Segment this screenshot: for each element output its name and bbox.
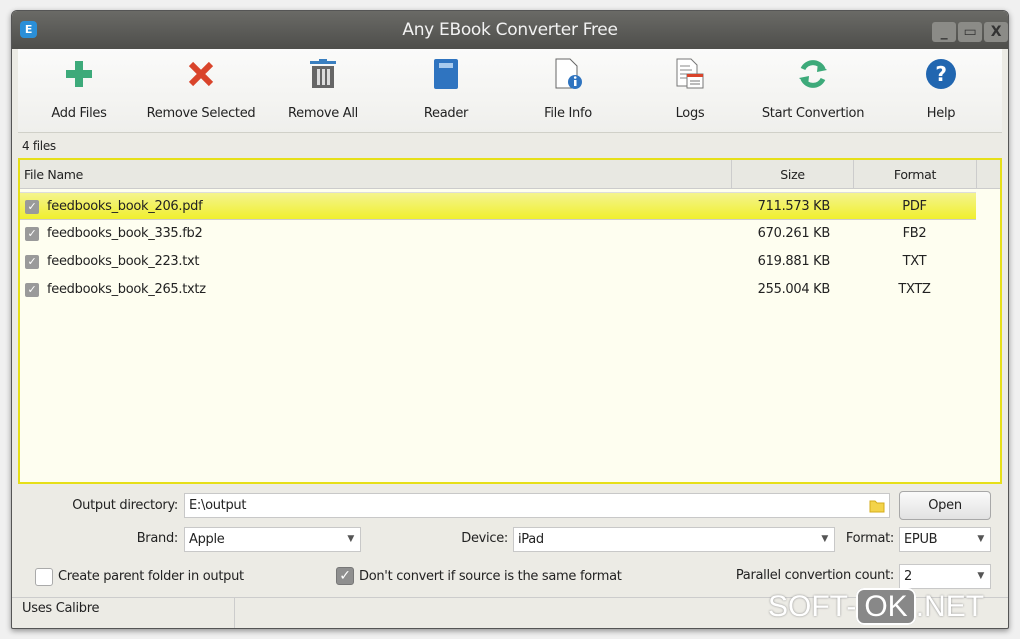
format-value: EPUB (904, 532, 938, 547)
create-parent-folder-label: Create parent folder in output (58, 569, 244, 584)
dont-convert-checkbox[interactable]: ✓ (336, 567, 354, 585)
folder-icon[interactable] (869, 498, 885, 513)
toolbar: Add Files Remove Selected Remove All Rea… (18, 49, 1002, 133)
file-info-label: File Info (544, 106, 592, 121)
device-label: Device: (461, 531, 508, 546)
parallel-count-select[interactable]: 2 ▼ (899, 564, 991, 589)
file-name: feedbooks_book_265.txtz (47, 282, 206, 297)
file-format: TXTZ (898, 282, 931, 297)
chevron-down-icon: ▼ (821, 534, 828, 544)
row-checkbox[interactable]: ✓ (25, 255, 39, 269)
file-format: PDF (902, 199, 927, 214)
maximize-button[interactable]: ▭ (958, 22, 982, 42)
open-button[interactable]: Open (899, 491, 991, 520)
start-convertion-button[interactable]: Start Convertion (753, 55, 873, 129)
file-format: TXT (902, 254, 927, 269)
row-checkbox[interactable]: ✓ (25, 283, 39, 297)
file-name: feedbooks_book_335.fb2 (47, 226, 203, 241)
file-size: 619.881 KB (757, 254, 831, 269)
file-info-icon (508, 55, 628, 93)
reader-label: Reader (423, 106, 469, 121)
book-icon (386, 55, 506, 93)
column-file-name[interactable]: File Name (20, 160, 732, 189)
device-value: iPad (518, 532, 544, 547)
close-button[interactable]: X (984, 22, 1008, 42)
remove-selected-button[interactable]: Remove Selected (141, 55, 261, 129)
dont-convert-label: Don't convert if source is the same form… (359, 569, 622, 584)
logs-icon (630, 55, 750, 93)
brand-label: Brand: (136, 531, 179, 546)
file-size: 255.004 KB (757, 282, 831, 297)
file-table: File Name Size Format ✓ feedbooks_book_2… (18, 158, 1002, 484)
chevron-down-icon: ▼ (977, 571, 984, 581)
app-window: E Any EBook Converter Free _ ▭ X Add Fil… (11, 10, 1009, 629)
output-directory-input[interactable]: E:\output (184, 493, 890, 518)
logs-label: Logs (675, 106, 705, 121)
file-name: feedbooks_book_223.txt (47, 254, 200, 269)
watermark: SOFT- OK .NET (768, 588, 985, 625)
logs-button[interactable]: Logs (630, 55, 750, 129)
add-files-button[interactable]: Add Files (19, 55, 139, 129)
table-header: File Name Size Format (20, 160, 1000, 189)
chevron-down-icon: ▼ (347, 534, 354, 544)
help-icon: ? (881, 55, 1001, 93)
trash-icon (263, 55, 383, 93)
table-row[interactable]: ✓ feedbooks_book_206.pdf 711.573 KB PDF (20, 192, 976, 220)
device-select[interactable]: iPad ▼ (513, 527, 835, 552)
column-size[interactable]: Size (732, 160, 854, 189)
brand-value: Apple (189, 532, 225, 547)
window-title: Any EBook Converter Free (402, 20, 618, 40)
remove-all-label: Remove All (287, 106, 358, 121)
help-label: Help (926, 106, 956, 121)
format-select[interactable]: EPUB ▼ (899, 527, 991, 552)
column-format[interactable]: Format (854, 160, 977, 189)
start-convertion-label: Start Convertion (761, 106, 865, 121)
file-format: FB2 (902, 226, 927, 241)
x-icon (141, 55, 261, 93)
file-size: 670.261 KB (757, 226, 831, 241)
remove-all-button[interactable]: Remove All (263, 55, 383, 129)
table-row[interactable]: ✓ feedbooks_book_223.txt 619.881 KB TXT (20, 248, 976, 276)
file-size: 711.573 KB (757, 199, 831, 214)
create-parent-folder-checkbox[interactable] (35, 568, 53, 586)
reader-button[interactable]: Reader (386, 55, 506, 129)
status-text: Uses Calibre (12, 598, 235, 628)
help-button[interactable]: ? Help (881, 55, 1001, 129)
refresh-icon (753, 55, 873, 93)
minimize-button[interactable]: _ (932, 22, 956, 42)
output-directory-label: Output directory: (72, 498, 178, 513)
output-directory-value: E:\output (189, 498, 247, 513)
title-bar[interactable]: E Any EBook Converter Free _ ▭ X (12, 11, 1008, 49)
brand-select[interactable]: Apple ▼ (184, 527, 361, 552)
parallel-count-value: 2 (904, 569, 912, 584)
add-files-label: Add Files (51, 106, 107, 121)
file-name: feedbooks_book_206.pdf (47, 199, 203, 214)
table-row[interactable]: ✓ feedbooks_book_335.fb2 670.261 KB FB2 (20, 220, 976, 248)
table-row[interactable]: ✓ feedbooks_book_265.txtz 255.004 KB TXT… (20, 276, 976, 304)
parallel-count-label: Parallel convertion count: (735, 568, 894, 583)
chevron-down-icon: ▼ (977, 534, 984, 544)
format-label: Format: (845, 531, 894, 546)
row-checkbox[interactable]: ✓ (25, 227, 39, 241)
remove-selected-label: Remove Selected (146, 106, 256, 121)
row-checkbox[interactable]: ✓ (25, 200, 39, 214)
plus-icon (19, 55, 139, 93)
file-count: 4 files (22, 139, 56, 153)
file-info-button[interactable]: File Info (508, 55, 628, 129)
svg-text:?: ? (935, 62, 946, 86)
